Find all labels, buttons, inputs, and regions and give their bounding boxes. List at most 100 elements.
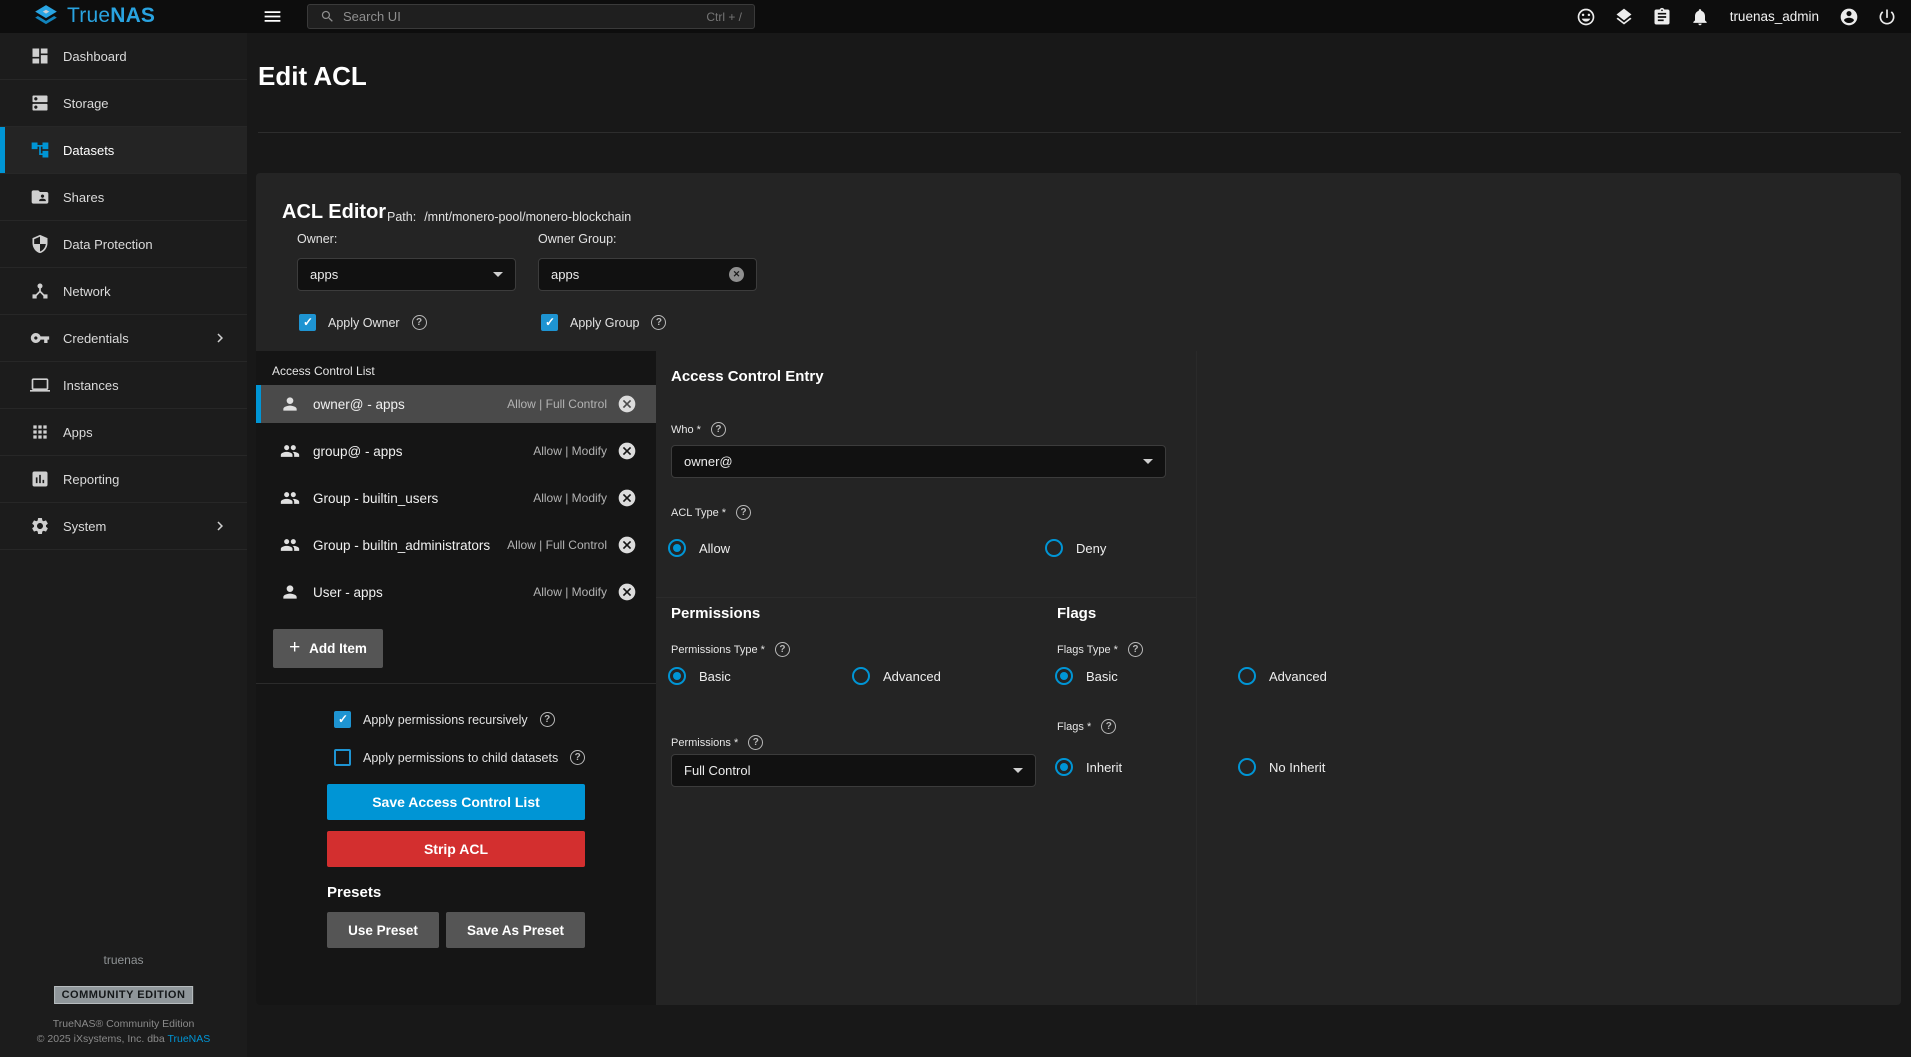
sidebar-item-reporting[interactable]: Reporting: [0, 456, 247, 503]
acl-list-item[interactable]: group@ - appsAllow | Modify: [256, 432, 656, 470]
group-icon: [280, 535, 300, 555]
acl-list-panel: Access Control List owner@ - appsAllow |…: [256, 351, 656, 1005]
radio-label: Basic: [1086, 669, 1118, 684]
acl-list-item[interactable]: User - appsAllow | Modify: [256, 573, 656, 611]
shield-icon: [30, 234, 50, 254]
title-divider: [258, 132, 1901, 133]
who-label: Who *: [671, 424, 701, 436]
help-icon[interactable]: [1128, 642, 1143, 657]
remove-ace-button[interactable]: [617, 488, 637, 508]
help-icon[interactable]: [736, 505, 751, 520]
clear-icon[interactable]: [729, 267, 744, 282]
flags-type-advanced-radio[interactable]: Advanced: [1238, 667, 1327, 685]
strip-acl-button[interactable]: Strip ACL: [327, 831, 585, 867]
save-acl-button[interactable]: Save Access Control List: [327, 784, 585, 820]
user-avatar-icon[interactable]: [1839, 7, 1859, 27]
apply-to-children-checkbox[interactable]: [334, 749, 351, 766]
search-input[interactable]: Search UI Ctrl + /: [307, 4, 755, 29]
owner-group-value: apps: [551, 267, 579, 282]
radio-icon: [1238, 758, 1256, 776]
truenas-logo-text: TrueNAS: [67, 3, 155, 29]
owner-value: apps: [310, 267, 338, 282]
acl-list-item[interactable]: owner@ - appsAllow | Full Control: [256, 385, 656, 423]
help-icon[interactable]: [1101, 719, 1116, 734]
permissions-select[interactable]: Full Control: [671, 754, 1036, 787]
help-icon[interactable]: [651, 315, 666, 330]
group-icon: [280, 488, 300, 508]
help-icon[interactable]: [775, 642, 790, 657]
ace-permission-summary: Allow | Full Control: [507, 538, 607, 552]
feedback-smiley-icon[interactable]: [1576, 7, 1596, 27]
dropdown-caret-icon: [1013, 768, 1023, 773]
apply-group-option[interactable]: Apply Group: [541, 314, 666, 331]
hostname: truenas: [0, 953, 247, 967]
radio-label: No Inherit: [1269, 760, 1325, 775]
sidebar-item-network[interactable]: Network: [0, 268, 247, 315]
help-icon[interactable]: [412, 315, 427, 330]
flags-no-inherit-radio[interactable]: No Inherit: [1238, 758, 1325, 776]
remove-ace-button[interactable]: [617, 582, 637, 602]
save-as-preset-button[interactable]: Save As Preset: [446, 912, 585, 948]
jobs-clipboard-icon[interactable]: [1652, 7, 1672, 27]
chevron-right-icon: [211, 329, 229, 347]
sidebar: Dashboard Storage Datasets SharesData Prote…: [0, 33, 247, 1057]
ace-heading: Access Control Entry: [671, 368, 824, 385]
apply-owner-option[interactable]: Apply Owner: [299, 314, 427, 331]
help-icon[interactable]: [711, 422, 726, 437]
permissions-type-advanced-radio[interactable]: Advanced: [852, 667, 941, 685]
sidebar-item-storage[interactable]: Storage: [0, 80, 247, 127]
acl-type-deny-radio[interactable]: Deny: [1045, 539, 1106, 557]
acl-list-item[interactable]: Group - builtin_usersAllow | Modify: [256, 479, 656, 517]
sidebar-item-system[interactable]: System: [0, 503, 247, 550]
apply-owner-checkbox[interactable]: [299, 314, 316, 331]
acl-type-allow-radio[interactable]: Allow: [668, 539, 730, 557]
sidebar-item-credentials[interactable]: Credentials: [0, 315, 247, 362]
truenas-logo[interactable]: TrueNAS: [33, 3, 155, 29]
apply-to-children-option[interactable]: Apply permissions to child datasets: [334, 749, 585, 766]
acl-list-item[interactable]: Group - builtin_administratorsAllow | Fu…: [256, 526, 656, 564]
permissions-type-basic-radio[interactable]: Basic: [668, 667, 731, 685]
sidebar-item-datasets[interactable]: Datasets: [0, 127, 247, 174]
ace-permission-summary: Allow | Modify: [533, 585, 607, 599]
help-icon[interactable]: [748, 735, 763, 750]
flags-type-basic-radio[interactable]: Basic: [1055, 667, 1118, 685]
remove-ace-button[interactable]: [617, 441, 637, 461]
sidebar-item-apps[interactable]: Apps: [0, 409, 247, 456]
apply-group-checkbox[interactable]: [541, 314, 558, 331]
laptop-icon: [30, 375, 50, 395]
ace-permission-summary: Allow | Modify: [533, 444, 607, 458]
sidebar-item-label: Datasets: [63, 143, 114, 158]
add-item-button[interactable]: + Add Item: [273, 629, 383, 668]
flags-inherit-radio[interactable]: Inherit: [1055, 758, 1122, 776]
owner-group-input[interactable]: apps: [538, 258, 757, 291]
apply-group-label: Apply Group: [570, 316, 639, 330]
remove-ace-button[interactable]: [617, 535, 637, 555]
edition-badge: COMMUNITY EDITION: [54, 986, 194, 1004]
apply-recursively-checkbox[interactable]: [334, 711, 351, 728]
apply-recursively-option[interactable]: Apply permissions recursively: [334, 711, 555, 728]
use-preset-button[interactable]: Use Preset: [327, 912, 439, 948]
sidebar-item-shares[interactable]: Shares: [0, 174, 247, 221]
acl-type-label: ACL Type *: [671, 507, 726, 519]
permissions-label-row: Permissions *: [671, 735, 763, 750]
permissions-value: Full Control: [684, 763, 750, 778]
ix-systems-stack-icon[interactable]: [1614, 7, 1634, 27]
sidebar-item-label: Network: [63, 284, 111, 299]
help-icon[interactable]: [540, 712, 555, 727]
network-hub-icon: [30, 281, 50, 301]
who-select[interactable]: owner@: [671, 445, 1166, 478]
remove-ace-button[interactable]: [617, 394, 637, 414]
dashboard-icon: [30, 46, 50, 66]
notifications-bell-icon[interactable]: [1690, 7, 1710, 27]
truenas-footer-link[interactable]: TrueNAS: [167, 1033, 210, 1045]
help-icon[interactable]: [570, 750, 585, 765]
sidebar-item-instances[interactable]: Instances: [0, 362, 247, 409]
sidebar-item-dashboard[interactable]: Dashboard: [0, 33, 247, 80]
sidebar-item-data-protection[interactable]: Data Protection: [0, 221, 247, 268]
sidebar-item-label: Dashboard: [63, 49, 127, 64]
sidebar-item-label: Apps: [63, 425, 93, 440]
power-icon[interactable]: [1877, 7, 1897, 27]
menu-toggle-icon[interactable]: [262, 6, 283, 27]
apps-grid-icon: [30, 422, 50, 442]
owner-select[interactable]: apps: [297, 258, 516, 291]
